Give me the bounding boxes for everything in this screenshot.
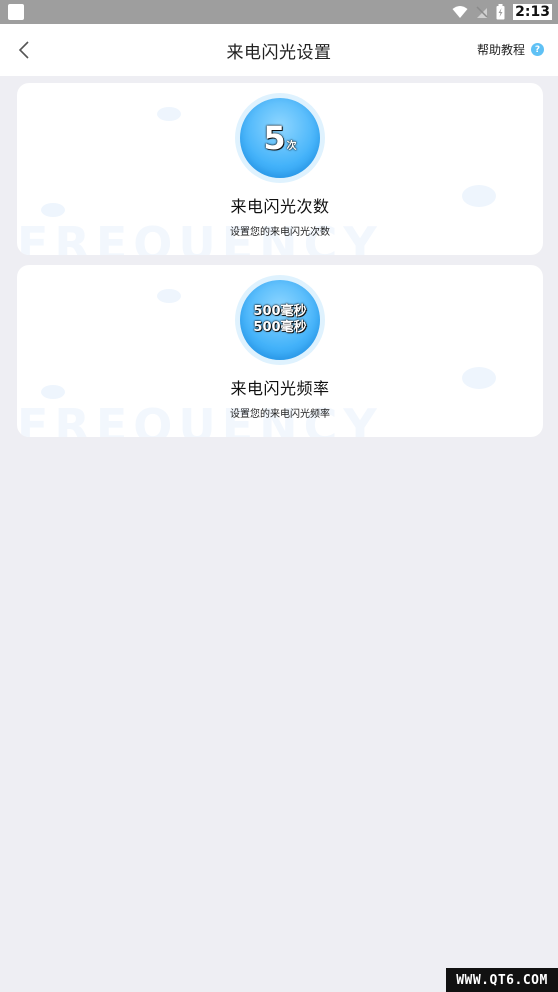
count-unit: 次 — [286, 141, 297, 152]
frequency-badge-inner: 500毫秒 500毫秒 — [240, 280, 320, 360]
question-circle-icon: ? — [531, 43, 544, 56]
frequency-badge: 500毫秒 500毫秒 — [235, 275, 325, 365]
no-signal-icon — [476, 6, 488, 18]
bubble-decoration — [157, 107, 181, 121]
count-badge: 5 次 — [235, 93, 325, 183]
count-number: 5 — [263, 119, 286, 157]
notification-icon — [8, 4, 24, 20]
card-subtitle: 设置您的来电闪光频率 — [230, 409, 330, 420]
count-badge-inner: 5 次 — [240, 98, 320, 178]
card-subtitle: 设置您的来电闪光次数 — [230, 227, 330, 238]
flash-frequency-card[interactable]: FREQUENCY 500毫秒 500毫秒 来电闪光频率 设置您的来电闪光频率 — [17, 265, 543, 437]
count-value: 5 次 — [263, 121, 296, 155]
status-time: 2:13 — [513, 4, 552, 20]
frequency-on-duration: 500毫秒 — [253, 304, 307, 319]
page-title: 来电闪光设置 — [226, 43, 332, 63]
top-bar: 来电闪光设置 帮助教程 ? — [0, 24, 558, 76]
status-icons: 2:13 — [452, 2, 552, 22]
card-title: 来电闪光频率 — [230, 379, 330, 398]
frequency-off-duration: 500毫秒 — [253, 320, 307, 335]
status-bar: 2:13 — [0, 0, 558, 24]
battery-icon — [496, 4, 505, 20]
wifi-icon — [452, 6, 468, 18]
watermark: WWW.QT6.COM — [446, 968, 558, 992]
flash-count-card[interactable]: FREQUENCY 5 次 来电闪光次数 设置您的来电闪光次数 — [17, 83, 543, 255]
bubble-decoration — [157, 289, 181, 303]
help-tutorial-label: 帮助教程 — [476, 43, 525, 57]
card-title: 来电闪光次数 — [230, 197, 330, 216]
help-tutorial-link[interactable]: 帮助教程 ? — [477, 41, 544, 58]
